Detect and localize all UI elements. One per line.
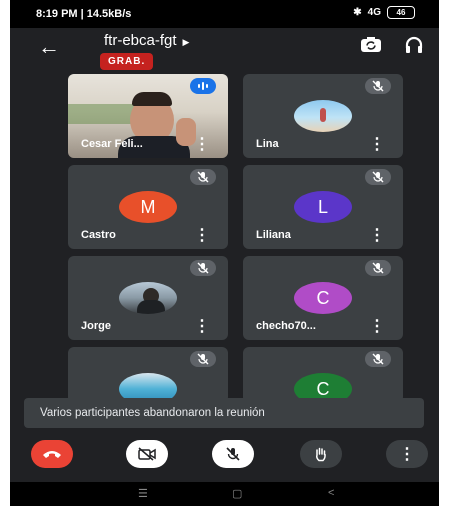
hand-raise-icon — [316, 447, 326, 462]
notification-toast: Varios participantes abandonaron la reun… — [24, 398, 424, 428]
status-icons: ✱ 4G 46 — [353, 6, 415, 19]
recording-badge: GRAB. — [100, 53, 154, 70]
mic-toggle-button[interactable] — [212, 440, 254, 468]
meet-screen: 8:19 PM | 14.5kB/s ✱ 4G 46 ← ftr-ebca-fg… — [10, 0, 439, 506]
call-controls: ⋮ — [10, 434, 439, 480]
mic-off-icon — [190, 169, 216, 185]
speaking-icon — [190, 78, 216, 94]
participant-avatar-photo — [294, 100, 352, 132]
status-bar: 8:19 PM | 14.5kB/s ✱ 4G 46 — [10, 0, 439, 28]
participant-tile[interactable]: M Castro ⋮ — [68, 165, 228, 249]
mic-off-icon — [365, 351, 391, 367]
participant-tile[interactable]: C — [243, 347, 403, 403]
more-icon[interactable]: ⋮ — [369, 137, 385, 153]
headphones-icon[interactable] — [404, 36, 424, 59]
participant-name: Lina — [256, 138, 279, 150]
mic-off-icon — [365, 260, 391, 276]
more-options-button[interactable]: ⋮ — [386, 440, 428, 468]
more-icon[interactable]: ⋮ — [369, 319, 385, 335]
recents-nav-icon[interactable]: ☰ — [138, 487, 148, 500]
mic-off-icon — [365, 78, 391, 94]
android-nav-bar: ☰ ▢ < — [10, 482, 439, 506]
more-icon[interactable]: ⋮ — [194, 228, 210, 244]
participant-tile[interactable]: Jorge ⋮ — [68, 256, 228, 340]
signal-icon: 4G — [367, 7, 381, 18]
more-icon[interactable]: ⋮ — [369, 228, 385, 244]
meeting-code: ftr-ebca-fgt — [104, 32, 177, 49]
home-nav-icon[interactable]: ▢ — [232, 487, 242, 500]
mic-off-icon — [190, 260, 216, 276]
mic-off-icon — [190, 351, 216, 367]
participant-name: Castro — [81, 229, 116, 241]
participant-tile[interactable]: Cesar Feli... ⋮ — [68, 74, 228, 158]
participant-avatar-photo — [119, 282, 177, 314]
back-nav-icon[interactable]: < — [328, 487, 334, 499]
end-call-button[interactable] — [31, 440, 73, 468]
participant-name: Jorge — [81, 320, 111, 332]
mic-off-icon — [365, 169, 391, 185]
participant-name: Liliana — [256, 229, 291, 241]
more-icon: ⋮ — [399, 446, 415, 463]
raise-hand-button[interactable] — [300, 440, 342, 468]
more-icon[interactable]: ⋮ — [194, 319, 210, 335]
participant-avatar: C — [294, 282, 352, 314]
meeting-header: ← ftr-ebca-fgt ▶ GRAB. — [10, 28, 439, 74]
participant-tile[interactable]: L Liliana ⋮ — [243, 165, 403, 249]
participant-avatar: M — [119, 191, 177, 223]
more-icon[interactable]: ⋮ — [194, 137, 210, 153]
status-time: 8:19 PM | 14.5kB/s — [36, 8, 132, 20]
participant-name: checho70... — [256, 320, 316, 332]
back-arrow-icon[interactable]: ← — [38, 34, 60, 60]
meeting-title[interactable]: ftr-ebca-fgt ▶ — [104, 32, 189, 49]
mic-off-icon — [226, 447, 240, 461]
end-call-icon — [43, 451, 61, 458]
participant-tile[interactable]: C checho70... ⋮ — [243, 256, 403, 340]
camera-toggle-button[interactable] — [126, 440, 168, 468]
camera-switch-icon[interactable] — [360, 36, 382, 59]
participant-avatar: L — [294, 191, 352, 223]
participant-name: Cesar Feli... — [81, 138, 143, 150]
battery-icon: 46 — [387, 6, 415, 19]
expand-icon: ▶ — [182, 37, 190, 47]
bluetooth-icon: ✱ — [353, 7, 362, 18]
participant-tile[interactable] — [68, 347, 228, 403]
participant-tile[interactable]: Lina ⋮ — [243, 74, 403, 158]
camera-off-icon — [138, 447, 156, 461]
